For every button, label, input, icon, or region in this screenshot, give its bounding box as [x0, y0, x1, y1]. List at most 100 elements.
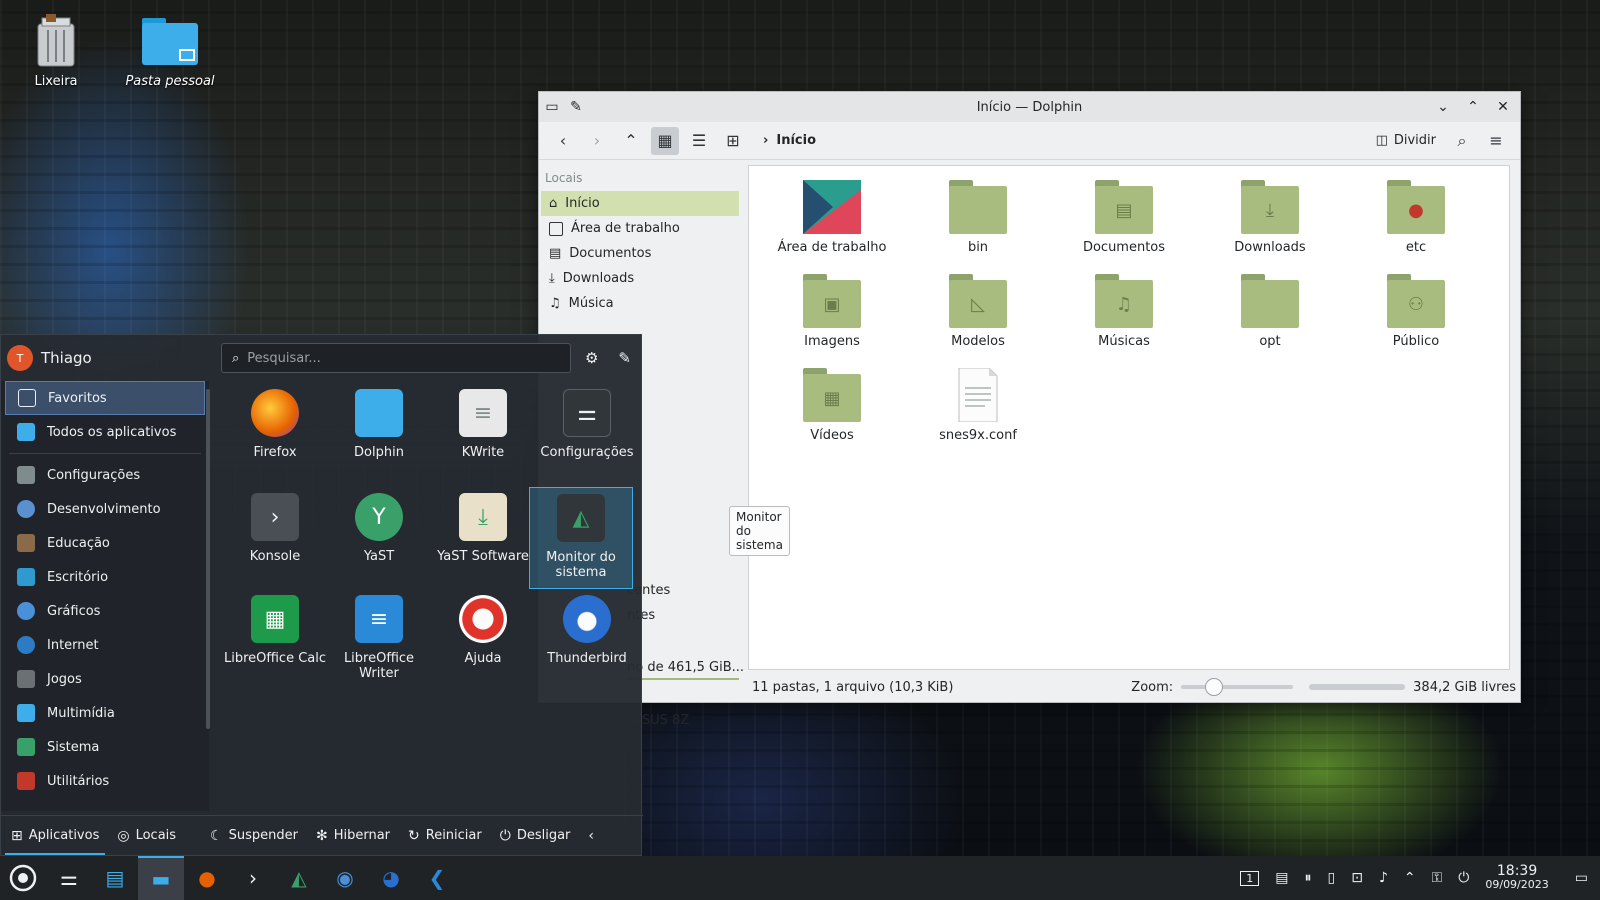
- restart-icon: ↻: [408, 827, 420, 844]
- taskbar-system-monitor[interactable]: ◭: [276, 856, 322, 900]
- category-graphics[interactable]: Gráficos: [5, 594, 205, 628]
- show-desktop-icon[interactable]: ▭: [1575, 870, 1588, 886]
- shutdown-button[interactable]: ⏻ Desligar: [500, 828, 571, 844]
- file-item-opt[interactable]: opt: [1197, 274, 1343, 349]
- configure-icon[interactable]: ⚙: [585, 349, 598, 367]
- category-education[interactable]: Educação: [5, 526, 205, 560]
- taskbar-discover[interactable]: ▤: [92, 856, 138, 900]
- chevron-up-icon[interactable]: ⌃: [1404, 870, 1416, 886]
- taskbar-firefox[interactable]: ●: [184, 856, 230, 900]
- pin-icon[interactable]: ✎: [618, 349, 631, 367]
- search-input[interactable]: [247, 350, 548, 366]
- file-item-snes9x-conf[interactable]: snes9x.conf: [905, 367, 1051, 443]
- taskbar-vscode[interactable]: ❮: [414, 856, 460, 900]
- category-development[interactable]: Desenvolvimento: [5, 492, 205, 526]
- launcher-button[interactable]: [0, 856, 46, 900]
- hamburger-menu-button[interactable]: ≡: [1482, 127, 1510, 155]
- app-libreoffice-writer[interactable]: ≡ LibreOffice Writer: [327, 595, 431, 681]
- taskbar-chromium[interactable]: ◉: [322, 856, 368, 900]
- up-button[interactable]: ⌃: [617, 127, 645, 155]
- file-view[interactable]: Área de trabalho bin ▤ Documentos ⤓ Down…: [748, 165, 1510, 670]
- zoom-slider[interactable]: [1181, 678, 1294, 696]
- back-button[interactable]: ‹: [549, 127, 577, 155]
- title-bar[interactable]: ▭ ✎ Início — Dolphin ⌄ ⌃ ✕: [539, 92, 1520, 122]
- file-item-publico[interactable]: ⚇ Público: [1343, 274, 1489, 349]
- place-item-home[interactable]: ⌂ Início: [541, 191, 739, 216]
- category-system[interactable]: Sistema: [5, 730, 205, 764]
- file-item-downloads[interactable]: ⤓ Downloads: [1197, 180, 1343, 255]
- separator: [9, 453, 201, 454]
- file-item-etc[interactable]: ● etc: [1343, 180, 1489, 255]
- taskbar-dolphin[interactable]: ▬: [138, 856, 184, 900]
- avatar[interactable]: T: [7, 345, 33, 371]
- tree-view-button[interactable]: ⊞: [719, 127, 747, 155]
- category-label: Multimídia: [47, 705, 115, 721]
- category-settings[interactable]: Configurações: [5, 458, 205, 492]
- pin-icon[interactable]: ✎: [569, 100, 583, 114]
- category-office[interactable]: Escritório: [5, 560, 205, 594]
- app-libreoffice-calc[interactable]: ▦ LibreOffice Calc: [223, 595, 327, 666]
- file-item-desktop[interactable]: Área de trabalho: [759, 180, 905, 255]
- power-icon[interactable]: ⏻: [1458, 870, 1469, 886]
- place-item-desktop[interactable]: Área de trabalho: [541, 216, 739, 241]
- more-button[interactable]: ‹: [588, 828, 594, 844]
- pager[interactable]: 1: [1240, 870, 1260, 886]
- app-dolphin[interactable]: Dolphin: [327, 389, 431, 460]
- minimize-button[interactable]: ⌄: [1436, 100, 1450, 114]
- desktop-trash[interactable]: Lixeira: [6, 12, 106, 89]
- details-view-button[interactable]: ☰: [685, 127, 713, 155]
- place-item-music[interactable]: ♫ Música: [541, 291, 739, 316]
- file-item-musicas[interactable]: ♫ Músicas: [1051, 274, 1197, 349]
- lock-icon[interactable]: ⚿: [1432, 870, 1443, 886]
- file-item-imagens[interactable]: ▣ Imagens: [759, 274, 905, 349]
- forward-button[interactable]: ›: [583, 127, 611, 155]
- category-all-apps[interactable]: Todos os aplicativos: [5, 415, 205, 449]
- desktop-home-folder[interactable]: Pasta pessoal: [120, 12, 220, 89]
- category-internet[interactable]: Internet: [5, 628, 205, 662]
- tab-applications[interactable]: ⊞ Aplicativos: [11, 828, 99, 844]
- search-button[interactable]: ⌕: [1448, 127, 1476, 155]
- app-thunderbird[interactable]: Thunderbird: [535, 595, 639, 666]
- app-konsole[interactable]: › Konsole: [223, 493, 327, 564]
- file-item-documentos[interactable]: ▤ Documentos: [1051, 180, 1197, 255]
- file-item-bin[interactable]: bin: [905, 180, 1051, 255]
- split-button[interactable]: ◫ Dividir: [1370, 133, 1442, 148]
- folder-app-icon[interactable]: ▭: [545, 100, 559, 114]
- network-icon[interactable]: ⊡: [1351, 870, 1363, 886]
- clock[interactable]: 18:39 09/09/2023: [1485, 864, 1548, 892]
- file-item-videos[interactable]: ▦ Vídeos: [759, 368, 905, 443]
- app-system-monitor[interactable]: ◭ Monitor do sistema: [529, 487, 633, 589]
- app-yast[interactable]: Y YaST: [327, 493, 431, 564]
- app-kwrite[interactable]: ≡ KWrite: [431, 389, 535, 460]
- taskbar-thunderbird[interactable]: ◕: [368, 856, 414, 900]
- tab-places[interactable]: ◎ Locais: [117, 828, 176, 844]
- taskbar-settings[interactable]: ⚌: [46, 856, 92, 900]
- category-games[interactable]: Jogos: [5, 662, 205, 696]
- category-multimedia[interactable]: Multimídia: [5, 696, 205, 730]
- place-item-downloads[interactable]: ⤓ Downloads: [541, 266, 739, 291]
- file-item-modelos[interactable]: ◺ Modelos: [905, 274, 1051, 349]
- suspend-button[interactable]: ☾ Suspender: [210, 828, 298, 844]
- device-icon[interactable]: ▯: [1328, 870, 1336, 886]
- category-favorites[interactable]: Favoritos: [5, 381, 205, 415]
- maximize-button[interactable]: ⌃: [1466, 100, 1480, 114]
- breadcrumb-item[interactable]: Início: [776, 133, 816, 148]
- place-item-volume[interactable]: no de 461,5 GiB...: [627, 660, 744, 675]
- hibernate-button[interactable]: ✻ Hibernar: [316, 828, 390, 844]
- restart-button[interactable]: ↻ Reiniciar: [408, 828, 482, 844]
- icons-view-button[interactable]: ▦: [651, 126, 679, 155]
- app-settings[interactable]: ⚌ Configurações: [535, 389, 639, 460]
- app-yast-software[interactable]: ⤓ YaST Software: [431, 493, 535, 564]
- zoom-slider-handle[interactable]: [1205, 678, 1224, 696]
- category-utilities[interactable]: Utilitários: [5, 764, 205, 798]
- app-help[interactable]: Ajuda: [431, 595, 535, 666]
- clipboard-icon[interactable]: ▤: [1275, 870, 1288, 886]
- app-firefox[interactable]: Firefox: [223, 389, 327, 460]
- category-scrollbar[interactable]: [206, 389, 210, 729]
- close-button[interactable]: ✕: [1496, 100, 1510, 114]
- media-pause-icon[interactable]: ⏸: [1305, 870, 1312, 886]
- volume-icon[interactable]: ♪: [1379, 870, 1388, 886]
- place-item-documents[interactable]: ▤ Documentos: [541, 241, 739, 266]
- search-field[interactable]: ⌕: [221, 343, 571, 373]
- taskbar-konsole[interactable]: ›: [230, 856, 276, 900]
